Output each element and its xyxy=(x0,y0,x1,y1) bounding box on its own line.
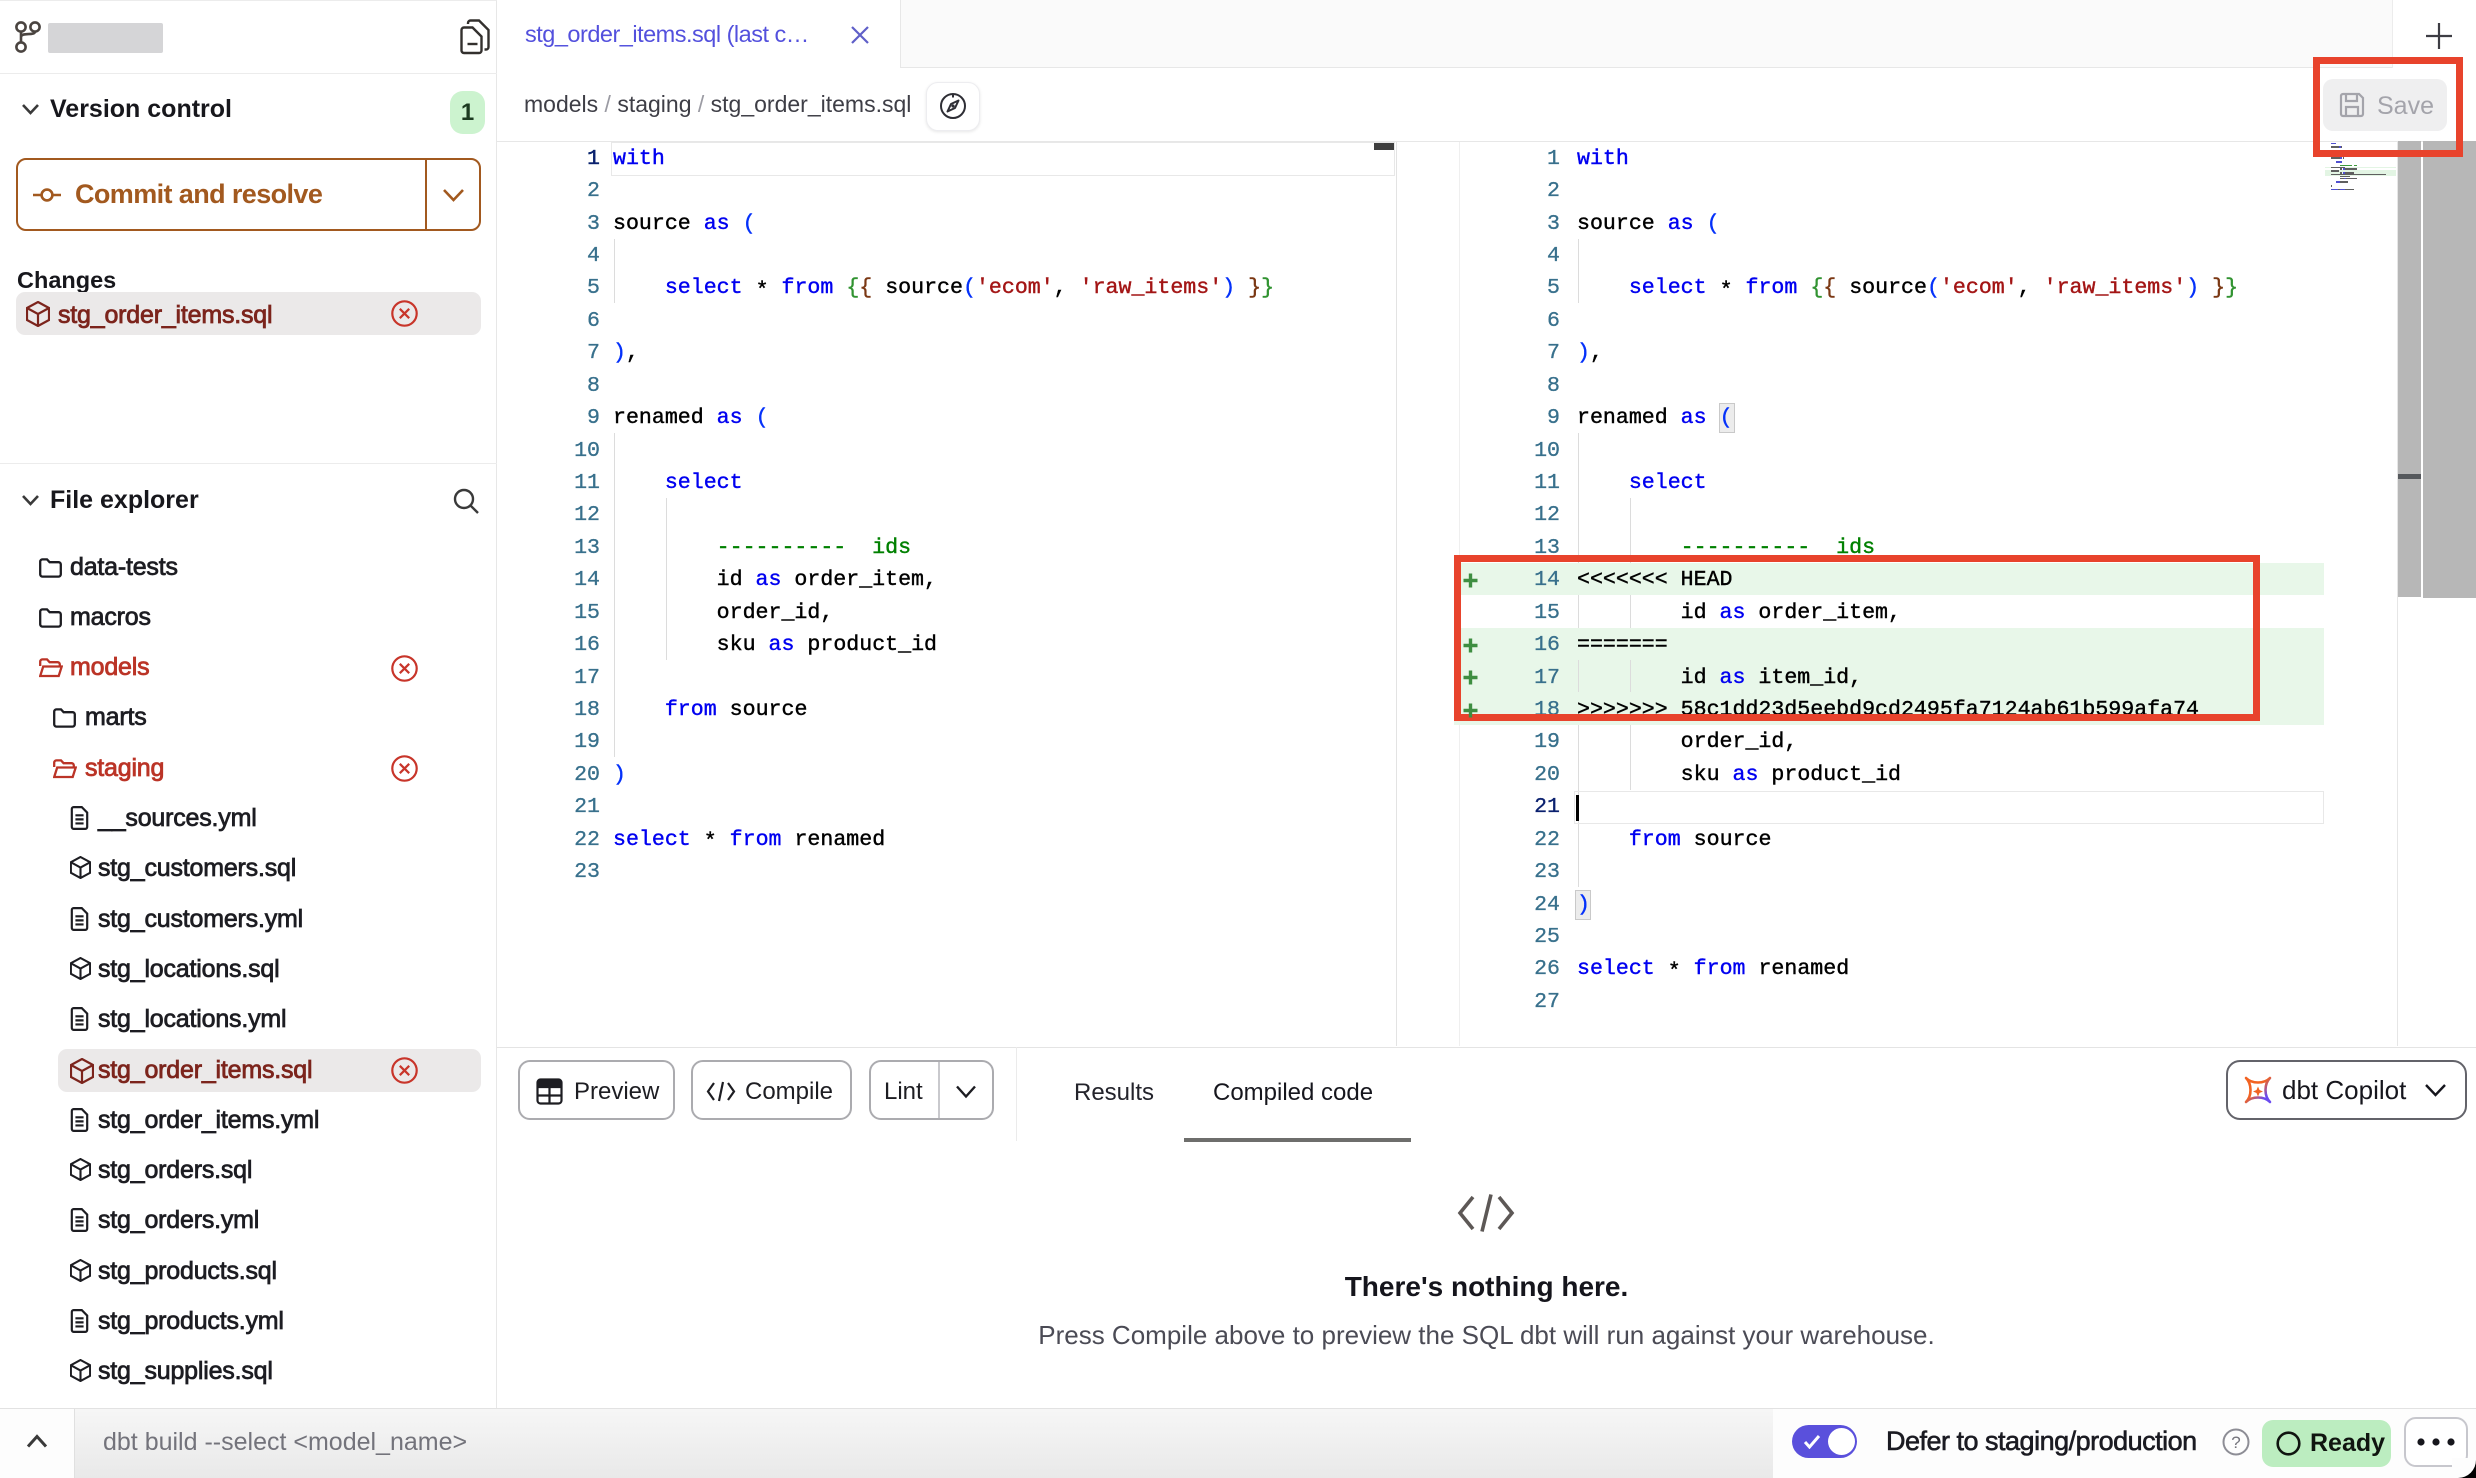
svg-text:?: ? xyxy=(2231,1433,2240,1452)
